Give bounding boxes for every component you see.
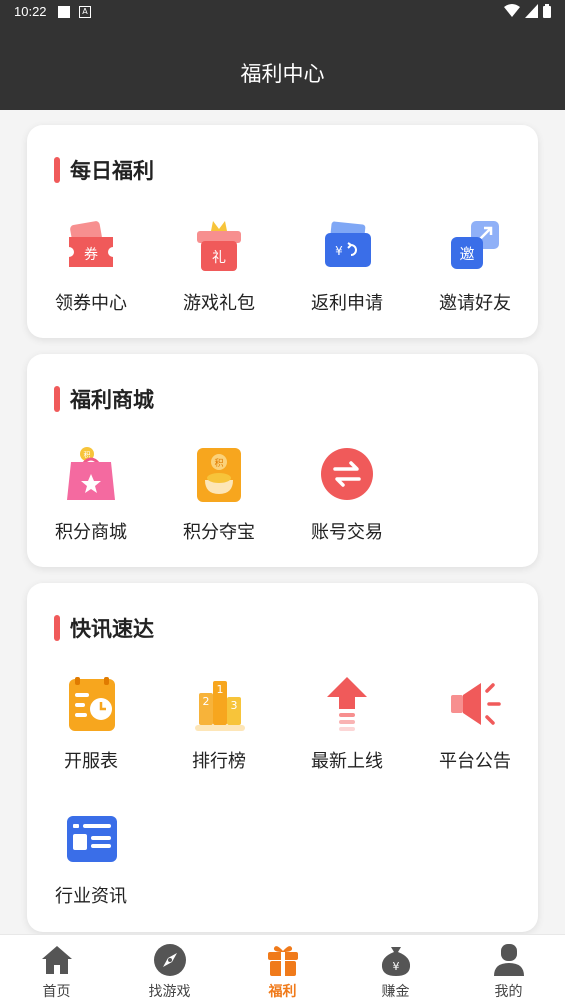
- compass-icon: [153, 943, 187, 977]
- gift-icon: [266, 943, 300, 977]
- megaphone-icon: [445, 675, 505, 735]
- item-label: 领券中心: [55, 293, 127, 314]
- item-label: 排行榜: [192, 751, 246, 772]
- tab-label: 首页: [42, 984, 71, 1000]
- tab-label: 找游戏: [148, 984, 191, 1000]
- item-label: 开服表: [64, 751, 118, 772]
- money-bag-icon: ¥: [379, 943, 413, 977]
- ranking-podium-icon: 2 1 3: [189, 675, 249, 735]
- tab-home[interactable]: 首页: [0, 935, 113, 1004]
- section-header: 快讯速达: [54, 615, 154, 641]
- item-label: 账号交易: [311, 522, 383, 543]
- item-label: 游戏礼包: [183, 293, 255, 314]
- points-icon-text: 积: [214, 457, 223, 469]
- page-title: 福利中心: [240, 62, 325, 86]
- svg-text:¥: ¥: [392, 960, 399, 973]
- app-notification-icon: A: [79, 6, 91, 18]
- news-icon: [61, 810, 121, 870]
- game-gift-item[interactable]: 礼 游戏礼包: [155, 217, 283, 315]
- section-title: 每日福利: [70, 159, 154, 183]
- points-treasure-icon: 积: [189, 446, 249, 506]
- new-release-arrow-icon: [317, 675, 377, 735]
- bottom-tab-bar: 首页 找游戏 福利 ¥ 赚金 我的: [0, 934, 565, 1004]
- user-icon: [492, 943, 526, 977]
- item-label: 平台公告: [439, 751, 511, 772]
- account-trade-item[interactable]: 账号交易: [283, 446, 411, 544]
- tab-earn[interactable]: ¥ 赚金: [339, 935, 452, 1004]
- notification-icon: [58, 6, 70, 18]
- invite-friend-icon: 邀: [445, 217, 505, 277]
- status-bar: 10:22 A: [0, 0, 565, 24]
- coupon-center-item[interactable]: 券 领券中心: [27, 217, 155, 315]
- invite-icon-text: 邀: [459, 245, 474, 263]
- rank-3-text: 3: [231, 699, 238, 712]
- section-accent-bar: [54, 157, 60, 183]
- item-label: 行业资讯: [55, 886, 127, 907]
- wallet-rebate-icon: ¥: [317, 217, 377, 277]
- status-right: [504, 4, 551, 18]
- item-label: 最新上线: [311, 751, 383, 772]
- daily-welfare-card: 每日福利 券 领券中心 礼 游戏礼包 ¥ 返利申请 邀 邀请好友: [27, 125, 538, 338]
- tab-find-game[interactable]: 找游戏: [113, 935, 226, 1004]
- status-time: 10:22: [14, 4, 47, 19]
- bag-badge-text: 积: [84, 450, 91, 459]
- section-accent-bar: [54, 615, 60, 641]
- wallet-icon-text: ¥: [335, 244, 343, 258]
- section-title: 快讯速达: [70, 617, 154, 641]
- tab-welfare[interactable]: 福利: [226, 935, 339, 1004]
- tab-label: 赚金: [381, 984, 410, 1000]
- industry-news-item[interactable]: 行业资讯: [27, 810, 155, 908]
- battery-icon: [543, 4, 551, 18]
- item-label: 积分夺宝: [183, 522, 255, 543]
- tab-mine[interactable]: 我的: [452, 935, 565, 1004]
- section-header: 每日福利: [54, 157, 154, 183]
- account-trade-icon: [317, 446, 377, 506]
- invite-friend-item[interactable]: 邀 邀请好友: [411, 217, 539, 315]
- points-mall-item[interactable]: 积 积分商城: [27, 446, 155, 544]
- signal-icon: [525, 4, 538, 18]
- points-shop-bag-icon: 积: [61, 446, 121, 506]
- server-schedule-item[interactable]: 开服表: [27, 675, 155, 773]
- tab-label: 我的: [494, 984, 523, 1000]
- welfare-mall-card: 福利商城 积 积分商城 积 积分夺宝 账号交易: [27, 354, 538, 567]
- wifi-icon: [504, 4, 520, 17]
- tab-label: 福利: [268, 984, 297, 1000]
- item-label: 积分商城: [55, 522, 127, 543]
- section-title: 福利商城: [70, 388, 154, 412]
- ranking-item[interactable]: 2 1 3 排行榜: [155, 675, 283, 773]
- home-icon: [40, 943, 74, 977]
- gift-icon-text: 礼: [212, 250, 226, 266]
- item-label: 返利申请: [311, 293, 383, 314]
- rank-2-text: 2: [203, 695, 210, 708]
- rebate-apply-item[interactable]: ¥ 返利申请: [283, 217, 411, 315]
- server-schedule-icon: [61, 675, 121, 735]
- section-accent-bar: [54, 386, 60, 412]
- news-express-card: 快讯速达 开服表 2 1 3 排行榜 最新上线 平台公告 行业资讯: [27, 583, 538, 932]
- coupon-icon: 券: [61, 217, 121, 277]
- section-header: 福利商城: [54, 386, 154, 412]
- rank-1-text: 1: [217, 683, 224, 696]
- app-header: 福利中心: [0, 24, 565, 110]
- gift-pack-icon: 礼: [189, 217, 249, 277]
- item-label: 邀请好友: [439, 293, 511, 314]
- coupon-icon-text: 券: [84, 247, 98, 263]
- points-treasure-item[interactable]: 积 积分夺宝: [155, 446, 283, 544]
- platform-notice-item[interactable]: 平台公告: [411, 675, 539, 773]
- new-release-item[interactable]: 最新上线: [283, 675, 411, 773]
